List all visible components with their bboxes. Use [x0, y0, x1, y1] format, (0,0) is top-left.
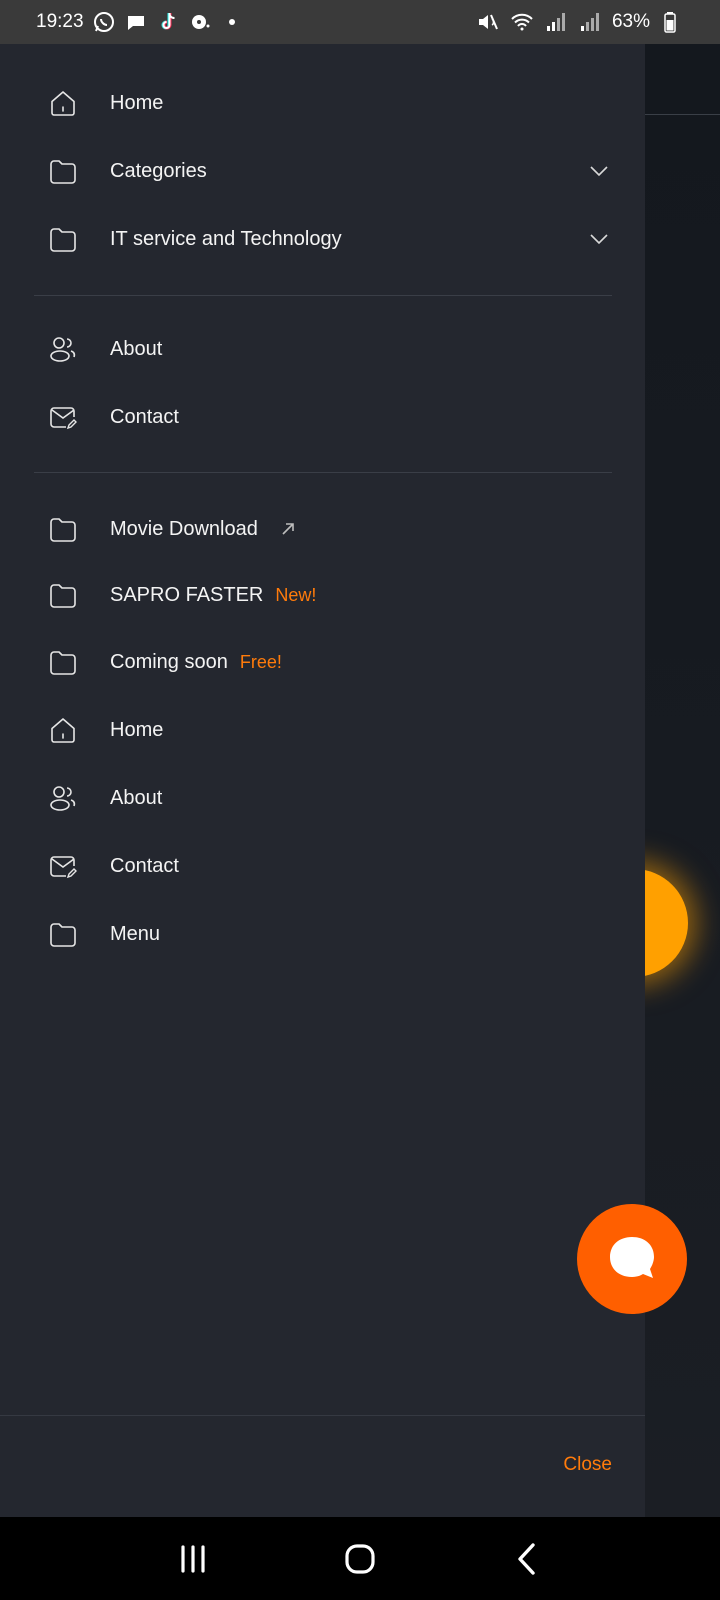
- chevron-down-icon[interactable]: [588, 228, 610, 250]
- signal-icon: [578, 10, 602, 34]
- folder-icon: [48, 156, 78, 186]
- menu-label-wrap: Coming soon Free!: [110, 651, 282, 674]
- back-icon: [517, 1542, 535, 1575]
- whatsapp-icon: [92, 10, 116, 34]
- menu-label: SAPRO FASTER: [110, 583, 264, 606]
- folder-icon: [48, 580, 78, 610]
- folder-icon: [48, 224, 78, 254]
- mail-icon: [48, 851, 78, 881]
- menu-item-home[interactable]: Home: [0, 700, 645, 760]
- folder-icon: [48, 514, 78, 544]
- home-nav-icon: [345, 1543, 375, 1574]
- recent-apps-icon: [181, 1544, 205, 1573]
- menu-label: Coming soon: [110, 650, 228, 673]
- menu-item-coming-soon[interactable]: Coming soon Free!: [0, 632, 645, 692]
- signal-icon: [544, 10, 568, 34]
- menu-item-about[interactable]: About: [0, 768, 645, 828]
- dot-icon: [220, 10, 244, 34]
- menu-item-movie-download[interactable]: Movie Download: [0, 499, 645, 559]
- menu-label: Menu: [110, 922, 161, 945]
- wifi-icon: [510, 10, 534, 34]
- back-button[interactable]: [497, 1529, 557, 1589]
- mute-icon: [476, 10, 500, 34]
- home-icon: [48, 715, 78, 745]
- menu-label: Contact: [110, 854, 179, 877]
- mail-icon: [48, 402, 78, 432]
- menu-label: Categories: [110, 159, 207, 182]
- close-button[interactable]: Close: [563, 1454, 612, 1476]
- drawer-footer: Close: [0, 1415, 645, 1517]
- background-divider: [645, 114, 720, 115]
- status-bar: 19:23 63%: [0, 0, 720, 44]
- status-right: 63%: [476, 10, 684, 34]
- menu-item-home[interactable]: Home: [0, 73, 645, 133]
- menu-label-wrap: SAPRO FASTER New!: [110, 584, 316, 607]
- status-time: 19:23: [36, 11, 84, 32]
- external-link-icon: [279, 520, 297, 538]
- folder-icon: [48, 919, 78, 949]
- menu-label: Home: [110, 91, 164, 114]
- menu-label: About: [110, 786, 163, 809]
- recent-apps-button[interactable]: [163, 1529, 223, 1589]
- folder-icon: [48, 647, 78, 677]
- chevron-down-icon[interactable]: [588, 160, 610, 182]
- home-icon: [48, 88, 78, 118]
- menu-label: About: [110, 337, 163, 360]
- menu-item-about[interactable]: About: [0, 319, 645, 379]
- navigation-drawer: Home Categories IT service and Technolog…: [0, 44, 645, 1517]
- menu-label: Movie Download: [110, 517, 258, 540]
- status-left: 19:23: [36, 10, 244, 34]
- screen: 19:23 63% Home Categories IT service and…: [0, 0, 720, 1600]
- menu-label: IT service and Technology: [110, 227, 342, 250]
- drawer-divider: [34, 472, 612, 473]
- users-icon: [48, 334, 78, 364]
- menu-item-contact[interactable]: Contact: [0, 836, 645, 896]
- users-icon: [48, 783, 78, 813]
- menu-item-it-service[interactable]: IT service and Technology: [0, 209, 645, 269]
- drawer-divider: [34, 295, 612, 296]
- chat-icon: [610, 1237, 654, 1278]
- menu-item-categories[interactable]: Categories: [0, 141, 645, 201]
- system-navigation-bar: [0, 1517, 720, 1600]
- battery-icon: [660, 10, 684, 34]
- menu-label: Contact: [110, 405, 179, 428]
- home-nav-button[interactable]: [330, 1529, 390, 1589]
- menu-item-contact[interactable]: Contact: [0, 387, 645, 447]
- free-badge: Free!: [239, 651, 282, 672]
- menu-label-wrap: Movie Download: [110, 518, 297, 541]
- podcast-icon: [188, 10, 212, 34]
- battery-percent: 63%: [611, 11, 650, 32]
- tiktok-icon: [156, 10, 180, 34]
- chat-bubble-icon: [124, 10, 148, 34]
- menu-item-menu[interactable]: Menu: [0, 904, 645, 964]
- menu-item-sapro-faster[interactable]: SAPRO FASTER New!: [0, 565, 645, 625]
- chat-button[interactable]: [577, 1204, 687, 1314]
- menu-label: Home: [110, 718, 164, 741]
- new-badge: New!: [275, 584, 317, 605]
